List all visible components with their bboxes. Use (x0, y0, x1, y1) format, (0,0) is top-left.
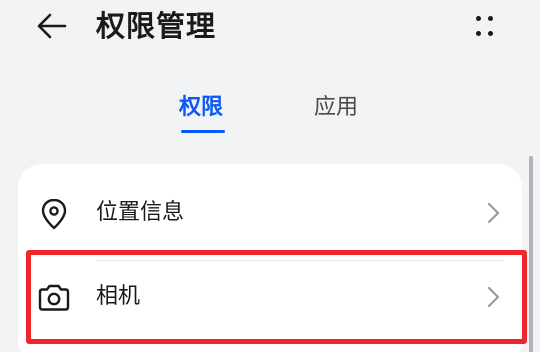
back-button[interactable] (28, 6, 76, 46)
page-title: 权限管理 (96, 9, 217, 43)
more-options-button[interactable] (464, 8, 508, 48)
highlight-box (26, 250, 527, 344)
header: 权限管理 (0, 0, 540, 60)
permission-item-label: 位置信息 (96, 200, 185, 225)
permission-management-screen: 权限管理 权限 应用 位置信息 相机 (0, 0, 540, 352)
arrow-left-icon (37, 13, 67, 39)
tab-apps[interactable]: 应用 (314, 94, 358, 122)
permission-item-location[interactable]: 位置信息 (18, 170, 522, 261)
tab-permissions[interactable]: 权限 (179, 94, 223, 122)
active-tab-indicator (181, 130, 225, 133)
scrollbar[interactable] (529, 156, 533, 352)
location-pin-icon (41, 198, 67, 230)
chevron-right-icon (487, 202, 500, 224)
tab-bar: 权限 应用 (0, 86, 540, 136)
